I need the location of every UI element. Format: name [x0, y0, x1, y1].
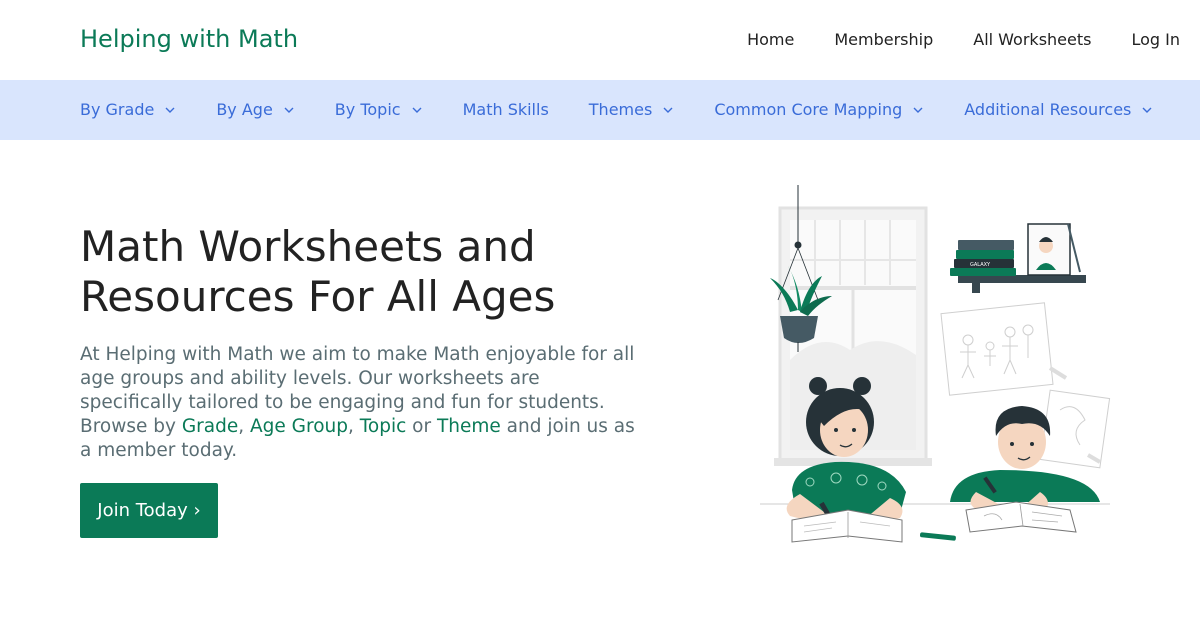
hero-title: Math Worksheets and Resources For All Ag… [80, 222, 640, 322]
category-nav-label: By Age [216, 100, 273, 119]
category-nav-common-core-mapping[interactable]: Common Core Mapping [714, 100, 924, 120]
category-nav-by-age[interactable]: By Age [216, 100, 294, 120]
category-nav-label: Themes [588, 100, 653, 119]
category-nav-additional-resources[interactable]: Additional Resources [964, 100, 1153, 120]
site-header: Helping with Math Home Membership All Wo… [0, 0, 1200, 80]
hero-text-separator: , [347, 416, 360, 437]
boy-illustration [950, 406, 1100, 512]
chevron-down-icon [1141, 104, 1153, 116]
category-nav-label: Additional Resources [964, 100, 1132, 119]
hero-title-line-1: Math Worksheets and [80, 222, 536, 271]
hero-text-separator: , [238, 416, 250, 437]
hero-description: At Helping with Math we aim to make Math… [80, 343, 640, 463]
site-logo-link[interactable]: Helping with Math [80, 24, 298, 54]
hero-title-line-2: Resources For All Ages [80, 272, 556, 321]
theme-link[interactable]: Theme [437, 416, 501, 437]
category-nav-math-skills[interactable]: Math Skills [463, 100, 549, 120]
topic-link[interactable]: Topic [360, 416, 407, 437]
chevron-down-icon [411, 104, 423, 116]
kids-studying-illustration: GALAXY [760, 185, 1111, 543]
category-nav-by-topic[interactable]: By Topic [335, 100, 423, 120]
hero-text-separator: or [406, 416, 437, 437]
category-nav-label: Common Core Mapping [714, 100, 903, 119]
chevron-down-icon [912, 104, 924, 116]
main-nav: Home Membership All Worksheets Log In [707, 30, 1180, 50]
join-today-button[interactable]: Join Today › [80, 483, 218, 538]
chevron-down-icon [283, 104, 295, 116]
nav-membership-link[interactable]: Membership [834, 30, 933, 50]
book-spine-label: GALAXY [970, 262, 991, 268]
nav-all-worksheets-link[interactable]: All Worksheets [973, 30, 1091, 50]
category-nav-label: Math Skills [462, 100, 549, 119]
chevron-down-icon [662, 104, 674, 116]
nav-home-link[interactable]: Home [747, 30, 794, 50]
category-nav-label: By Grade [80, 100, 155, 119]
bookshelf-illustration: GALAXY [950, 223, 1086, 293]
grade-link[interactable]: Grade [182, 416, 238, 437]
category-nav-themes[interactable]: Themes [589, 100, 675, 120]
chevron-down-icon [164, 104, 176, 116]
age-group-link[interactable]: Age Group [250, 416, 348, 437]
nav-login-link[interactable]: Log In [1131, 30, 1180, 50]
category-nav-by-grade[interactable]: By Grade [80, 100, 176, 120]
category-nav-label: By Topic [334, 100, 401, 119]
category-nav: By Grade By Age By Topic Math Skills The… [0, 80, 1200, 140]
